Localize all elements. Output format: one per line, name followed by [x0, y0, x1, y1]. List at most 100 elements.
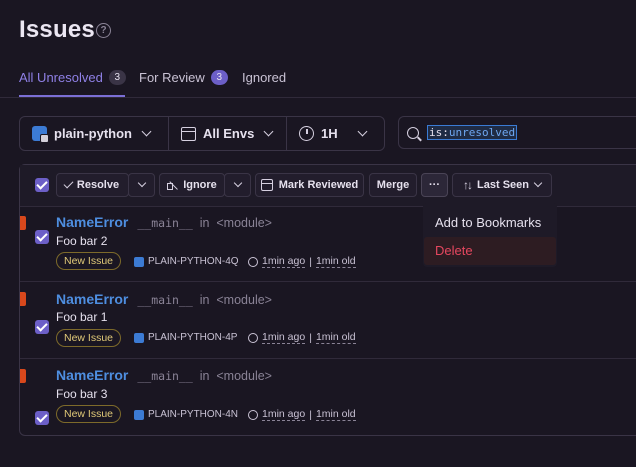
mark-reviewed-button[interactable]: Mark Reviewed: [255, 173, 364, 197]
error-type[interactable]: NameError: [56, 367, 128, 383]
culprit-location: <module>: [216, 293, 272, 307]
clock-icon: [248, 332, 258, 343]
tab-ignored[interactable]: Ignored: [242, 70, 286, 85]
short-id[interactable]: PLAIN-PYTHON-4N: [134, 409, 238, 420]
chevron-down-icon: [233, 178, 242, 188]
last-seen[interactable]: 1min ago: [262, 255, 306, 268]
project-selector[interactable]: plain-python: [20, 117, 168, 150]
short-id-label: PLAIN-PYTHON-4P: [148, 332, 238, 343]
issue-checkbox[interactable]: [35, 230, 49, 244]
chevron-down-icon: [137, 178, 146, 188]
menu-item-add-to-bookmarks[interactable]: Add to Bookmarks: [435, 215, 541, 230]
tab-count-badge: 3: [210, 70, 228, 85]
last-seen[interactable]: 1min ago: [262, 408, 306, 421]
error-level-indicator: [20, 369, 26, 383]
error-type[interactable]: NameError: [56, 214, 128, 230]
culprit-function: __main__: [137, 293, 193, 307]
tab-label: For Review: [139, 70, 205, 85]
error-type[interactable]: NameError: [56, 291, 128, 307]
sort-button[interactable]: ↑↓ Last Seen: [452, 173, 552, 197]
row-divider: [20, 281, 636, 282]
new-issue-badge: New Issue: [56, 252, 122, 270]
python-icon: [134, 256, 144, 267]
short-id[interactable]: PLAIN-PYTHON-4Q: [134, 256, 239, 267]
sort-label: Last Seen: [477, 179, 529, 191]
project-label: plain-python: [54, 126, 132, 141]
ignore-label: Ignore: [183, 179, 217, 191]
tab-for-review[interactable]: For Review 3: [139, 70, 228, 85]
row-divider: [20, 358, 636, 359]
culprit-in: in: [199, 293, 210, 307]
resolve-options-button[interactable]: [128, 173, 155, 197]
tab-label: All Unresolved: [19, 70, 103, 85]
culprit-location: <module>: [216, 369, 272, 383]
ellipsis-icon: ···: [429, 179, 440, 191]
environment-selector[interactable]: All Envs: [169, 117, 286, 150]
short-id-label: PLAIN-PYTHON-4N: [148, 409, 239, 420]
culprit: __main__ in <module>: [137, 293, 272, 307]
error-level-indicator: [20, 292, 26, 306]
culprit-function: __main__: [137, 369, 193, 383]
mark-reviewed-label: Mark Reviewed: [278, 179, 359, 191]
search-icon: [407, 126, 419, 139]
project-icon: [32, 126, 49, 143]
issue-checkbox[interactable]: [35, 320, 49, 334]
issue-message: Foo bar 1: [56, 310, 108, 324]
python-icon: [134, 409, 144, 420]
last-seen[interactable]: 1min ago: [262, 331, 306, 344]
clock-icon: [248, 256, 258, 267]
culprit: __main__ in <module>: [137, 216, 272, 230]
menu-item-delete[interactable]: Delete: [435, 243, 473, 258]
merge-button[interactable]: Merge: [369, 173, 417, 197]
issue-message: Foo bar 2: [56, 234, 108, 248]
date-range-selector[interactable]: 1H: [287, 117, 384, 150]
python-icon: [134, 332, 144, 343]
short-id-label: PLAIN-PYTHON-4Q: [148, 256, 239, 267]
issue-checkbox[interactable]: [35, 411, 49, 425]
query-value: unresolved: [448, 126, 516, 139]
issue-times: 1min ago | 1min old: [248, 255, 356, 268]
check-icon: [63, 178, 74, 189]
chevron-down-icon: [357, 126, 368, 137]
tab-label: Ignored: [242, 70, 287, 85]
issue-message: Foo bar 3: [56, 387, 108, 401]
resolve-button[interactable]: Resolve: [56, 173, 129, 197]
culprit: __main__ in <module>: [137, 369, 272, 383]
tab-all-unresolved[interactable]: All Unresolved 3: [19, 70, 126, 85]
first-seen[interactable]: 1min old: [315, 408, 356, 421]
culprit-in: in: [199, 369, 210, 383]
clock-icon: [299, 126, 314, 141]
new-issue-badge: New Issue: [56, 405, 122, 423]
ignore-button[interactable]: Ignore: [159, 173, 225, 197]
issue-times: 1min ago | 1min old: [248, 331, 356, 344]
chevron-down-icon: [263, 126, 274, 137]
first-seen[interactable]: 1min old: [315, 255, 356, 268]
culprit-location: <module>: [216, 216, 272, 230]
new-issue-badge: New Issue: [56, 329, 122, 347]
chevron-down-icon: [141, 126, 152, 137]
error-level-indicator: [20, 216, 26, 230]
tabs-divider: [0, 97, 636, 98]
resolve-label: Resolve: [76, 179, 120, 191]
issue-title[interactable]: NameError __main__ in <module>: [56, 214, 272, 230]
culprit-in: in: [199, 216, 210, 230]
query-key: is:: [429, 126, 449, 139]
search-input[interactable]: is:unresolved: [398, 116, 636, 149]
issue-times: 1min ago | 1min old: [248, 408, 356, 421]
help-icon[interactable]: ?: [96, 23, 111, 38]
environment-label: All Envs: [203, 126, 255, 141]
merge-label: Merge: [376, 179, 410, 191]
issue-title[interactable]: NameError __main__ in <module>: [56, 367, 272, 383]
date-range-label: 1H: [321, 126, 338, 141]
mute-icon: [167, 181, 177, 190]
culprit-function: __main__: [137, 216, 193, 230]
more-actions-button[interactable]: ···: [421, 173, 448, 197]
sort-icon: ↑↓: [463, 178, 473, 192]
ignore-options-button[interactable]: [224, 173, 251, 197]
short-id[interactable]: PLAIN-PYTHON-4P: [134, 332, 237, 343]
search-query-token[interactable]: is:unresolved: [427, 125, 518, 140]
first-seen[interactable]: 1min old: [315, 331, 356, 344]
select-all-checkbox[interactable]: [35, 178, 49, 192]
issue-title[interactable]: NameError __main__ in <module>: [56, 291, 272, 307]
environment-icon: [181, 126, 196, 141]
